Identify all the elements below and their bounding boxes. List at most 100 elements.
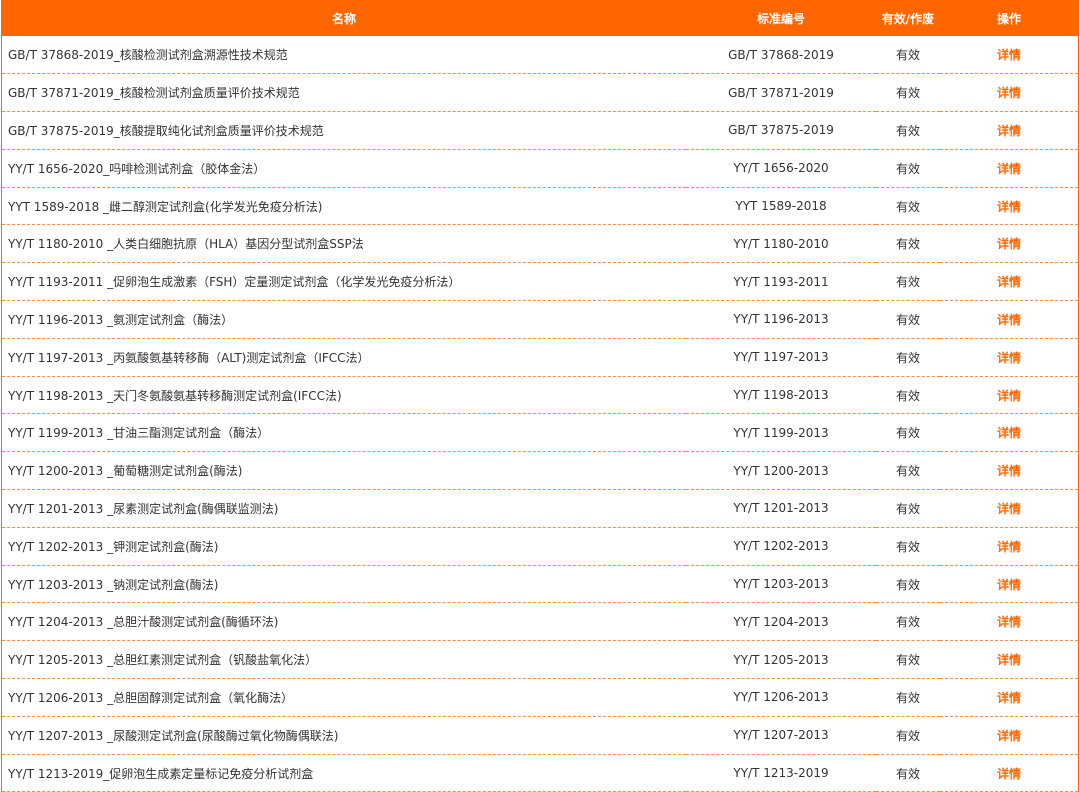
row-standard-number: YY/T 1199-2013	[733, 425, 829, 440]
table-row: YY/T 1204-2013 _总胆汁酸测定试剂盒(酶循环法) YY/T 1204…	[2, 603, 1078, 641]
table-header: 名称 标准编号 有效/作废 操作	[2, 0, 1078, 36]
table-row: YY/T 1197-2013 _丙氨酸氨基转移酶（ALT)测定试剂盒（IFCC法…	[2, 338, 1078, 377]
row-status: 有效	[895, 690, 920, 705]
table-row: YYT 1589-2018 _雌二醇测定试剂盒(化学发光免疫分析法) YYT 15…	[2, 187, 1078, 225]
row-name: YY/T 1198-2013 _天门冬氨酸氨基转移酶测定试剂盒(IFCC法)	[8, 388, 342, 403]
detail-link[interactable]: 详情	[997, 124, 1021, 138]
row-status: 有效	[895, 577, 920, 592]
header-name: 名称	[331, 11, 356, 26]
row-standard-number: YY/T 1180-2010	[733, 236, 829, 251]
row-status: 有效	[895, 86, 920, 101]
row-standard-number: YY/T 1202-2013	[733, 539, 829, 554]
table-row: YY/T 1206-2013 _总胆固醇测定试剂盒（氧化酶法） YY/T 1206…	[2, 679, 1078, 717]
row-status: 有效	[895, 728, 920, 743]
detail-link[interactable]: 详情	[997, 767, 1021, 781]
row-name: YY/T 1201-2013 _尿素测定试剂盒(酶偶联监测法)	[8, 501, 279, 516]
detail-link[interactable]: 详情	[997, 313, 1021, 327]
row-standard-number: YY/T 1204-2013	[733, 614, 829, 629]
row-standard-number: YY/T 1193-2011	[733, 274, 829, 289]
row-status: 有效	[895, 161, 920, 176]
row-standard-number: GB/T 37868-2019	[728, 47, 834, 62]
row-standard-number: YY/T 1198-2013	[733, 388, 829, 403]
table-row: GB/T 37875-2019_核酸提取纯化试剂盒质量评价技术规范 GB/T 37…	[2, 112, 1078, 150]
detail-link[interactable]: 详情	[997, 275, 1021, 289]
detail-link[interactable]: 详情	[997, 426, 1021, 440]
row-status: 有效	[895, 426, 920, 441]
row-status: 有效	[895, 653, 920, 668]
row-name: GB/T 37871-2019_核酸检测试剂盒质量评价技术规范	[8, 86, 300, 101]
row-status: 有效	[895, 312, 920, 327]
detail-link[interactable]: 详情	[997, 351, 1021, 365]
row-standard-number: YY/T 1197-2013	[733, 350, 829, 365]
detail-link[interactable]: 详情	[997, 540, 1021, 554]
detail-link[interactable]: 详情	[997, 691, 1021, 705]
detail-link[interactable]: 详情	[997, 729, 1021, 743]
table-row: YY/T 1213-2019_促卵泡生成素定量标记免疫分析试剂盒 YY/T 121…	[2, 754, 1078, 792]
row-status: 有效	[895, 615, 920, 630]
row-status: 有效	[895, 766, 920, 781]
row-status: 有效	[895, 48, 920, 63]
row-standard-number: YY/T 1213-2019	[733, 766, 829, 781]
table-row: YY/T 1200-2013 _葡萄糖测定试剂盒(酶法) YY/T 1200-20…	[2, 452, 1078, 490]
row-standard-number: YY/T 1207-2013	[733, 728, 829, 743]
detail-link[interactable]: 详情	[997, 237, 1021, 251]
row-standard-number: GB/T 37875-2019	[728, 123, 834, 138]
row-standard-number: YY/T 1203-2013	[733, 577, 829, 592]
detail-link[interactable]: 详情	[997, 464, 1021, 478]
detail-link[interactable]: 详情	[997, 502, 1021, 516]
row-status: 有效	[895, 464, 920, 479]
row-name: GB/T 37868-2019_核酸检测试剂盒溯源性技术规范	[8, 48, 288, 63]
table-body: GB/T 37868-2019_核酸检测试剂盒溯源性技术规范 GB/T 37868…	[2, 36, 1078, 792]
row-standard-number: YY/T 1196-2013	[733, 312, 829, 327]
row-status: 有效	[895, 123, 920, 138]
row-name: YY/T 1205-2013 _总胆红素测定试剂盒（钒酸盐氧化法）	[8, 653, 318, 668]
table-row: YY/T 1196-2013 _氨测定试剂盒（酶法） YY/T 1196-2013…	[2, 301, 1078, 339]
row-name: GB/T 37875-2019_核酸提取纯化试剂盒质量评价技术规范	[8, 123, 324, 138]
table-row: YY/T 1205-2013 _总胆红素测定试剂盒（钒酸盐氧化法） YY/T 12…	[2, 641, 1078, 679]
detail-link[interactable]: 详情	[997, 86, 1021, 100]
detail-link[interactable]: 详情	[997, 615, 1021, 629]
table-row: GB/T 37868-2019_核酸检测试剂盒溯源性技术规范 GB/T 37868…	[2, 36, 1078, 74]
table-row: YY/T 1656-2020_吗啡检测试剂盒（胶体金法） YY/T 1656-20…	[2, 149, 1078, 188]
row-status: 有效	[895, 539, 920, 554]
detail-link[interactable]: 详情	[997, 162, 1021, 176]
row-name: YY/T 1197-2013 _丙氨酸氨基转移酶（ALT)测定试剂盒（IFCC法…	[8, 350, 370, 365]
row-status: 有效	[895, 237, 920, 252]
row-name: YY/T 1200-2013 _葡萄糖测定试剂盒(酶法)	[8, 464, 243, 479]
row-status: 有效	[895, 275, 920, 290]
row-name: YY/T 1206-2013 _总胆固醇测定试剂盒（氧化酶法）	[8, 690, 294, 705]
detail-link[interactable]: 详情	[997, 653, 1021, 667]
row-standard-number: YY/T 1200-2013	[733, 463, 829, 478]
row-name: YY/T 1196-2013 _氨测定试剂盒（酶法）	[8, 312, 234, 327]
row-standard-number: GB/T 37871-2019	[728, 85, 834, 100]
row-standard-number: YY/T 1201-2013	[733, 501, 829, 516]
row-status: 有效	[895, 388, 920, 403]
detail-link[interactable]: 详情	[997, 578, 1021, 592]
table-row: YY/T 1193-2011 _促卵泡生成激素（FSH）定量测定试剂盒（化学发光…	[2, 263, 1078, 301]
row-standard-number: YYT 1589-2018	[735, 199, 827, 214]
row-standard-number: YY/T 1206-2013	[733, 690, 829, 705]
table-row: YY/T 1201-2013 _尿素测定试剂盒(酶偶联监测法) YY/T 1201…	[2, 490, 1078, 528]
table-row: YY/T 1180-2010 _人类白细胞抗原（HLA）基因分型试剂盒SSP法 Y…	[2, 225, 1078, 263]
header-standard-number: 标准编号	[756, 11, 805, 26]
row-standard-number: YY/T 1656-2020	[733, 161, 829, 176]
row-status: 有效	[895, 199, 920, 214]
row-name: YYT 1589-2018 _雌二醇测定试剂盒(化学发光免疫分析法)	[8, 199, 323, 214]
row-name: YY/T 1656-2020_吗啡检测试剂盒（胶体金法）	[8, 161, 266, 176]
table-row: YY/T 1199-2013 _甘油三酯测定试剂盒（酶法） YY/T 1199-2…	[2, 414, 1078, 452]
row-standard-number: YY/T 1205-2013	[733, 652, 829, 667]
row-name: YY/T 1193-2011 _促卵泡生成激素（FSH）定量测定试剂盒（化学发光…	[8, 275, 461, 290]
detail-link[interactable]: 详情	[997, 48, 1021, 62]
header-row: 名称 标准编号 有效/作废 操作	[2, 0, 1078, 36]
table-row: YY/T 1198-2013 _天门冬氨酸氨基转移酶测定试剂盒(IFCC法) YY…	[2, 376, 1078, 414]
row-name: YY/T 1180-2010 _人类白细胞抗原（HLA）基因分型试剂盒SSP法	[8, 237, 364, 252]
row-name: YY/T 1202-2013 _钾测定试剂盒(酶法)	[8, 539, 219, 554]
table-row: YY/T 1202-2013 _钾测定试剂盒(酶法) YY/T 1202-2013…	[2, 527, 1078, 566]
row-name: YY/T 1213-2019_促卵泡生成素定量标记免疫分析试剂盒	[8, 766, 314, 781]
row-name: YY/T 1203-2013 _钠测定试剂盒(酶法)	[8, 577, 219, 592]
header-action: 操作	[996, 11, 1021, 26]
row-status: 有效	[895, 501, 920, 516]
standards-table-container: 名称 标准编号 有效/作废 操作 GB/T 37868-2019_核酸检测试剂盒…	[1, 0, 1079, 792]
detail-link[interactable]: 详情	[997, 200, 1021, 214]
detail-link[interactable]: 详情	[997, 389, 1021, 403]
